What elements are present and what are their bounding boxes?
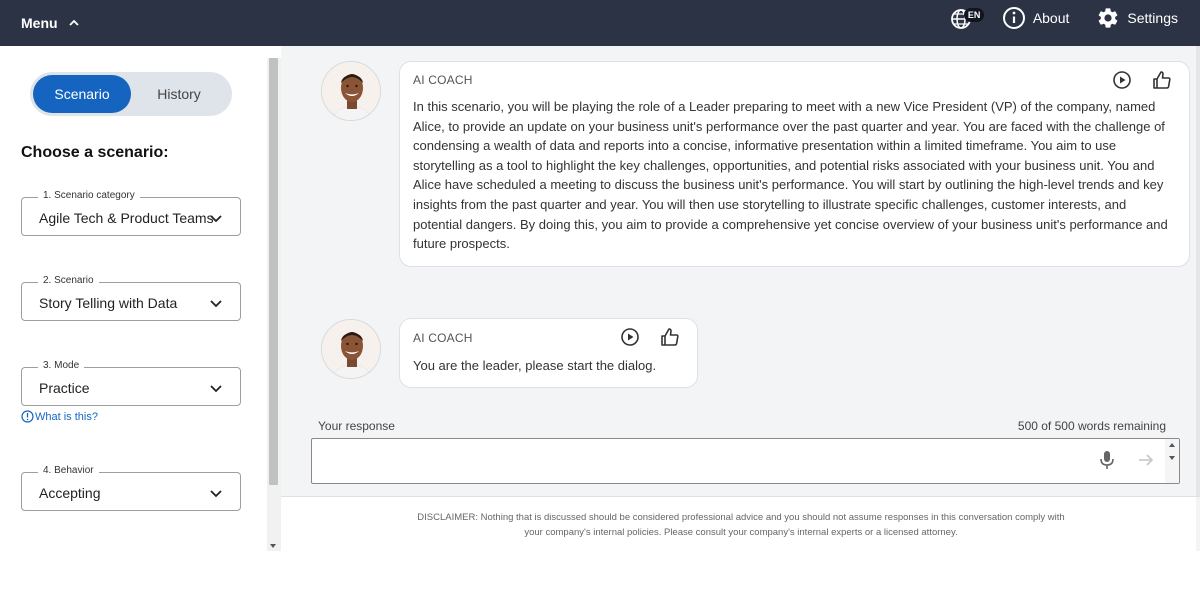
coach-message-bubble: AI COACH In this scenario, you will be p… (399, 61, 1190, 267)
coach-avatar (321, 319, 381, 379)
disclaimer-footer: DISCLAIMER: Nothing that is discussed sh… (281, 497, 1196, 551)
microphone-icon[interactable] (1098, 450, 1116, 470)
about-link[interactable]: About (1002, 6, 1070, 30)
message-sender: AI COACH (413, 331, 473, 345)
choose-scenario-heading: Choose a scenario: (21, 144, 169, 161)
menu-button[interactable]: Menu (21, 0, 80, 46)
gear-icon (1099, 8, 1118, 28)
response-scrollbar[interactable] (1165, 439, 1179, 483)
scenario-select[interactable]: 2. Scenario Story Telling with Data (21, 275, 241, 321)
behavior-select[interactable]: 4. Behavior Accepting (21, 465, 241, 511)
coach-avatar-image (322, 320, 380, 378)
language-selector[interactable]: EN (950, 3, 985, 33)
mode-select[interactable]: 3. Mode Practice (21, 360, 241, 406)
field-label: 2. Scenario (38, 275, 99, 286)
thumbs-up-icon[interactable] (660, 327, 680, 347)
scroll-up-arrow-icon[interactable] (1169, 443, 1175, 447)
info-icon (1002, 7, 1025, 29)
scenario-category-select[interactable]: 1. Scenario category Agile Tech & Produc… (21, 190, 241, 236)
sidebar-scrollbar[interactable] (267, 58, 281, 551)
play-icon[interactable] (620, 327, 640, 347)
coach-avatar (321, 61, 381, 121)
response-box (311, 438, 1180, 484)
scrollbar-thumb[interactable] (269, 58, 278, 485)
chevron-down-icon (210, 385, 222, 393)
scenario-history-toggle: Scenario History (30, 72, 232, 116)
chevron-down-icon (210, 215, 222, 223)
chevron-down-icon (210, 300, 222, 308)
info-icon (21, 410, 34, 423)
play-icon[interactable] (1112, 70, 1132, 90)
field-value: Accepting (39, 485, 101, 501)
message-sender: AI COACH (413, 73, 473, 87)
coach-avatar-image (322, 62, 380, 120)
menu-label: Menu (21, 15, 58, 31)
settings-label: Settings (1127, 10, 1178, 26)
tab-history[interactable]: History (130, 75, 228, 113)
what-is-this-link[interactable]: What is this? (21, 410, 98, 423)
message-text: You are the leader, please start the dia… (413, 358, 657, 373)
scroll-down-arrow-icon[interactable] (270, 544, 276, 548)
tab-scenario[interactable]: Scenario (33, 75, 131, 113)
language-badge: EN (963, 8, 985, 22)
chevron-down-icon (210, 490, 222, 498)
response-input[interactable] (312, 439, 1092, 483)
field-label: 1. Scenario category (38, 190, 140, 201)
field-value: Agile Tech & Product Teams (39, 210, 214, 226)
word-counter: 500 of 500 words remaining (1017, 419, 1166, 433)
chevron-up-icon (68, 19, 79, 26)
field-value: Practice (39, 380, 90, 396)
field-label: 4. Behavior (38, 465, 99, 476)
top-bar: Menu EN About Settings (0, 0, 1200, 46)
message-text: In this scenario, you will be playing th… (413, 99, 1168, 252)
what-is-this-label: What is this? (35, 410, 98, 423)
field-label: 3. Mode (38, 360, 85, 371)
chat-scrollbar[interactable] (1196, 46, 1200, 496)
thumbs-up-icon[interactable] (1152, 70, 1172, 90)
field-value: Story Telling with Data (39, 295, 178, 311)
about-label: About (1032, 10, 1070, 26)
settings-link[interactable]: Settings (1096, 6, 1178, 30)
send-arrow-icon[interactable] (1137, 451, 1155, 469)
coach-message-bubble: AI COACH You are the leader, please star… (399, 318, 698, 388)
scroll-down-arrow-icon[interactable] (1169, 456, 1175, 460)
disclaimer-text: DISCLAIMER: Nothing that is discussed sh… (417, 512, 1065, 538)
response-label: Your response (318, 419, 395, 433)
